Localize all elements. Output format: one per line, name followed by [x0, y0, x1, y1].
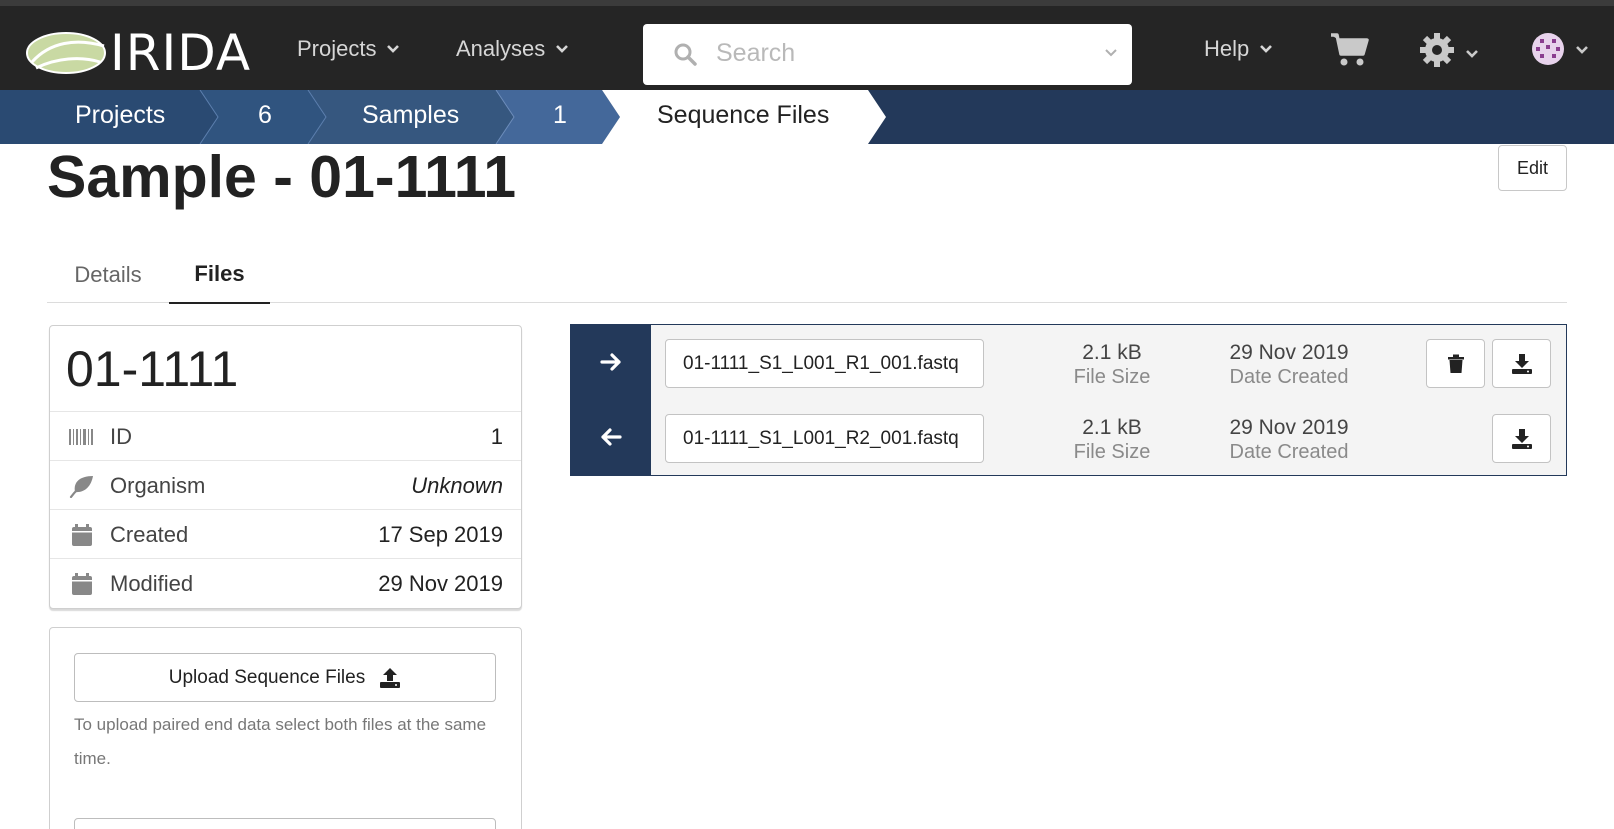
file-name-link-reverse[interactable]: 01-1111_S1_L001_R2_001.fastq [665, 414, 984, 463]
search-icon [674, 43, 697, 66]
meta-label-organism: Organism [110, 473, 206, 498]
app-name: IRIDA [110, 24, 252, 82]
nav-help-menu[interactable]: Help [1204, 36, 1273, 62]
arrow-right-icon [600, 353, 621, 371]
meta-row-organism: Organism Unknown [50, 460, 521, 509]
irida-logo-icon [26, 32, 106, 74]
page-title: Sample - 01-1111 [47, 144, 517, 210]
upload-button-label: Upload Sequence Files [168, 666, 366, 688]
nav-help-label: Help [1204, 36, 1250, 61]
irida-logo[interactable]: IRIDA [26, 28, 251, 78]
breadcrumb-project-id[interactable]: 6 [258, 101, 272, 130]
breadcrumb-sample-id[interactable]: 1 [553, 101, 567, 130]
file-size-label: File Size [1073, 366, 1151, 388]
chevron-down-icon [1576, 46, 1588, 54]
meta-label-id: ID [110, 424, 132, 449]
meta-row-modified: Modified 29 Nov 2019 [50, 558, 521, 607]
meta-label-modified: Modified [110, 571, 194, 596]
download-icon [1511, 428, 1532, 449]
file-size-reverse: 2.1 kB File Size [1065, 415, 1159, 465]
sample-summary-card: 01-1111 ID 1 Organism Unknown Created 17… [49, 325, 522, 609]
file-name-link-forward[interactable]: 01-1111_S1_L001_R1_001.fastq [665, 339, 984, 388]
file-size-label: File Size [1073, 441, 1151, 463]
breadcrumb-samples[interactable]: Samples [362, 101, 459, 130]
top-navbar: IRIDA Projects Analyses Search Help [0, 0, 1614, 91]
file-size-value: 2.1 kB [1082, 416, 1142, 439]
meta-value-id: 1 [490, 424, 503, 449]
sample-tabs: Details Files [47, 246, 1567, 304]
file-size-forward: 2.1 kB File Size [1065, 340, 1159, 390]
nav-projects-label: Projects [297, 36, 377, 61]
arrow-left-icon [601, 428, 622, 446]
leaf-icon [69, 476, 93, 498]
file-size-value: 2.1 kB [1082, 341, 1142, 364]
meta-value-modified: 29 Nov 2019 [378, 571, 503, 596]
meta-label-created: Created [110, 522, 189, 547]
chevron-down-icon [556, 45, 569, 53]
calendar-icon [72, 573, 92, 595]
cart-button[interactable] [1330, 32, 1370, 68]
file-date-forward: 29 Nov 2019 Date Created [1219, 340, 1359, 390]
upload-help-text: To upload paired end data select both fi… [74, 715, 487, 768]
gear-icon [1420, 33, 1454, 67]
tab-files[interactable]: Files [169, 246, 270, 304]
global-search-input[interactable]: Search [643, 24, 1132, 85]
barcode-icon [69, 429, 93, 445]
breadcrumb-sequence-files: Sequence Files [657, 101, 830, 129]
meta-row-created: Created 17 Sep 2019 [50, 509, 521, 558]
file-date-label: Date Created [1229, 366, 1349, 388]
settings-menu[interactable] [1419, 32, 1479, 68]
download-icon [1511, 353, 1532, 374]
chevron-down-icon [1466, 50, 1478, 58]
upload-panel: Upload Sequence Files To upload paired e… [49, 627, 522, 829]
chevron-down-icon [387, 45, 400, 53]
tab-details[interactable]: Details [47, 246, 169, 303]
search-placeholder: Search [716, 39, 796, 67]
download-file-button[interactable] [1492, 339, 1551, 388]
chevron-down-icon[interactable] [1104, 46, 1118, 60]
file-date-label: Date Created [1229, 441, 1349, 463]
nav-projects-menu[interactable]: Projects [297, 36, 400, 62]
breadcrumb-projects[interactable]: Projects [75, 101, 165, 130]
file-date-value: 29 Nov 2019 [1229, 341, 1349, 364]
user-menu[interactable] [1531, 32, 1589, 66]
file-date-value: 29 Nov 2019 [1229, 416, 1349, 439]
file-date-reverse: 29 Nov 2019 Date Created [1219, 415, 1359, 465]
meta-value-organism: Unknown [411, 473, 503, 498]
meta-value-created: 17 Sep 2019 [378, 522, 503, 547]
chevron-down-icon [1260, 45, 1273, 53]
delete-file-button[interactable] [1426, 339, 1485, 388]
edit-button[interactable]: Edit [1498, 145, 1567, 191]
sample-name: 01-1111 [66, 341, 239, 397]
meta-row-id: ID 1 [50, 411, 521, 460]
nav-analyses-menu[interactable]: Analyses [456, 36, 569, 62]
download-file-button[interactable] [1492, 414, 1551, 463]
calendar-icon [72, 524, 92, 546]
nav-analyses-label: Analyses [456, 36, 546, 61]
upload-icon [380, 667, 401, 688]
upload-sequence-files-button[interactable]: Upload Sequence Files [74, 653, 496, 702]
trash-icon [1447, 354, 1464, 373]
upload-secondary-field[interactable] [74, 818, 496, 829]
user-avatar [1532, 33, 1564, 65]
sequence-file-pair: 01-1111_S1_L001_R1_001.fastq 2.1 kB File… [570, 324, 1567, 476]
cart-icon [1331, 33, 1369, 66]
pair-direction-column [571, 325, 651, 475]
